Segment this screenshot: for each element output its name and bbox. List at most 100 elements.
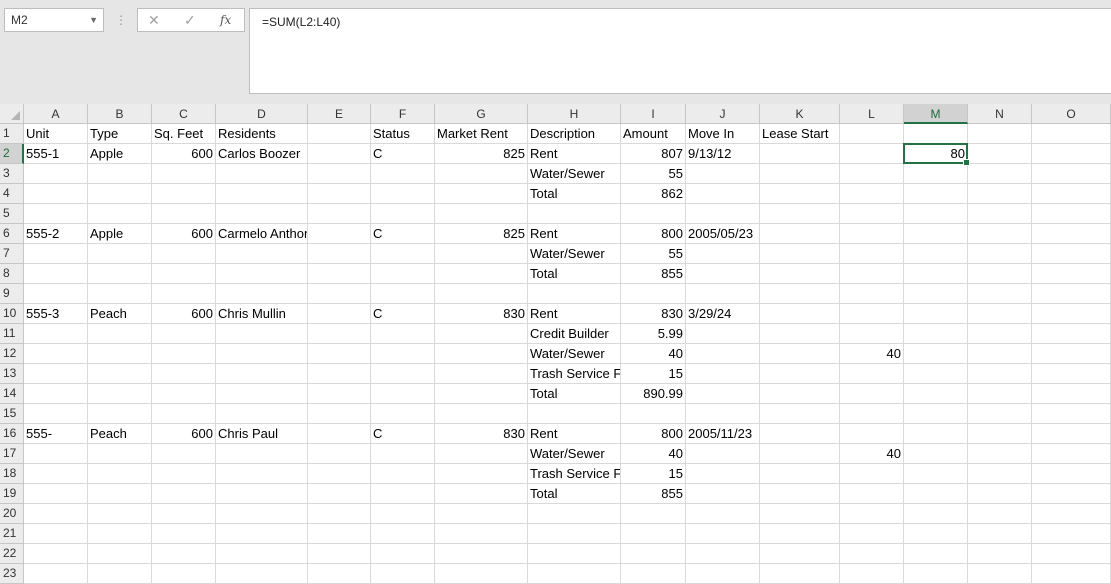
cell-i5[interactable] bbox=[621, 204, 686, 224]
cell-b16[interactable]: Peach bbox=[88, 424, 152, 444]
cell-c20[interactable] bbox=[152, 504, 216, 524]
cell-k22[interactable] bbox=[760, 544, 840, 564]
cell-k21[interactable] bbox=[760, 524, 840, 544]
cell-e23[interactable] bbox=[308, 564, 371, 584]
cell-a22[interactable] bbox=[24, 544, 88, 564]
cell-o9[interactable] bbox=[1032, 284, 1111, 304]
cell-a2[interactable]: 555-1 bbox=[24, 144, 88, 164]
cell-m10[interactable] bbox=[904, 304, 968, 324]
cell-h2[interactable]: Rent bbox=[528, 144, 621, 164]
cell-h4[interactable]: Total bbox=[528, 184, 621, 204]
cell-d12[interactable] bbox=[216, 344, 308, 364]
cell-m18[interactable] bbox=[904, 464, 968, 484]
row-header-21[interactable]: 21 bbox=[0, 524, 24, 544]
cell-n15[interactable] bbox=[968, 404, 1032, 424]
cell-d4[interactable] bbox=[216, 184, 308, 204]
cell-d5[interactable] bbox=[216, 204, 308, 224]
row-header-1[interactable]: 1 bbox=[0, 124, 24, 144]
cell-a14[interactable] bbox=[24, 384, 88, 404]
cell-b19[interactable] bbox=[88, 484, 152, 504]
cell-j4[interactable] bbox=[686, 184, 760, 204]
cell-e1[interactable] bbox=[308, 124, 371, 144]
cell-g10[interactable]: 830 bbox=[435, 304, 528, 324]
cell-m16[interactable] bbox=[904, 424, 968, 444]
cell-d21[interactable] bbox=[216, 524, 308, 544]
cell-m23[interactable] bbox=[904, 564, 968, 584]
cell-n13[interactable] bbox=[968, 364, 1032, 384]
cell-g21[interactable] bbox=[435, 524, 528, 544]
cell-b11[interactable] bbox=[88, 324, 152, 344]
cell-i7[interactable]: 55 bbox=[621, 244, 686, 264]
row-header-12[interactable]: 12 bbox=[0, 344, 24, 364]
cell-j19[interactable] bbox=[686, 484, 760, 504]
column-header-d[interactable]: D bbox=[216, 104, 308, 124]
cell-g23[interactable] bbox=[435, 564, 528, 584]
cell-e12[interactable] bbox=[308, 344, 371, 364]
cell-m13[interactable] bbox=[904, 364, 968, 384]
cell-k5[interactable] bbox=[760, 204, 840, 224]
cell-c2[interactable]: 600 bbox=[152, 144, 216, 164]
cell-l8[interactable] bbox=[840, 264, 904, 284]
cell-l23[interactable] bbox=[840, 564, 904, 584]
cell-f2[interactable]: C bbox=[371, 144, 435, 164]
cell-m19[interactable] bbox=[904, 484, 968, 504]
cell-h20[interactable] bbox=[528, 504, 621, 524]
cell-i11[interactable]: 5.99 bbox=[621, 324, 686, 344]
cell-j11[interactable] bbox=[686, 324, 760, 344]
cell-i15[interactable] bbox=[621, 404, 686, 424]
cell-e6[interactable] bbox=[308, 224, 371, 244]
cell-e20[interactable] bbox=[308, 504, 371, 524]
cell-f16[interactable]: C bbox=[371, 424, 435, 444]
cell-h18[interactable]: Trash Service F bbox=[528, 464, 621, 484]
cell-m17[interactable] bbox=[904, 444, 968, 464]
cell-k6[interactable] bbox=[760, 224, 840, 244]
cell-n10[interactable] bbox=[968, 304, 1032, 324]
cell-h17[interactable]: Water/Sewer bbox=[528, 444, 621, 464]
select-all-button[interactable] bbox=[0, 104, 24, 124]
cell-m20[interactable] bbox=[904, 504, 968, 524]
cell-g16[interactable]: 830 bbox=[435, 424, 528, 444]
cell-m6[interactable] bbox=[904, 224, 968, 244]
cell-b23[interactable] bbox=[88, 564, 152, 584]
cell-i9[interactable] bbox=[621, 284, 686, 304]
cell-f1[interactable]: Status bbox=[371, 124, 435, 144]
cell-b9[interactable] bbox=[88, 284, 152, 304]
cell-f18[interactable] bbox=[371, 464, 435, 484]
cell-l7[interactable] bbox=[840, 244, 904, 264]
row-header-16[interactable]: 16 bbox=[0, 424, 24, 444]
cell-k3[interactable] bbox=[760, 164, 840, 184]
cell-e9[interactable] bbox=[308, 284, 371, 304]
cell-j23[interactable] bbox=[686, 564, 760, 584]
fill-handle[interactable] bbox=[963, 159, 970, 166]
cell-h13[interactable]: Trash Service F bbox=[528, 364, 621, 384]
cell-b5[interactable] bbox=[88, 204, 152, 224]
cell-e21[interactable] bbox=[308, 524, 371, 544]
cell-n11[interactable] bbox=[968, 324, 1032, 344]
cell-d15[interactable] bbox=[216, 404, 308, 424]
cell-m14[interactable] bbox=[904, 384, 968, 404]
cell-o13[interactable] bbox=[1032, 364, 1111, 384]
cell-f14[interactable] bbox=[371, 384, 435, 404]
cell-j20[interactable] bbox=[686, 504, 760, 524]
row-header-5[interactable]: 5 bbox=[0, 204, 24, 224]
cell-a4[interactable] bbox=[24, 184, 88, 204]
cell-k19[interactable] bbox=[760, 484, 840, 504]
cell-h14[interactable]: Total bbox=[528, 384, 621, 404]
cell-l17[interactable]: 40 bbox=[840, 444, 904, 464]
cell-b20[interactable] bbox=[88, 504, 152, 524]
cell-i13[interactable]: 15 bbox=[621, 364, 686, 384]
cell-m8[interactable] bbox=[904, 264, 968, 284]
cell-n12[interactable] bbox=[968, 344, 1032, 364]
cell-f21[interactable] bbox=[371, 524, 435, 544]
column-header-c[interactable]: C bbox=[152, 104, 216, 124]
cell-h10[interactable]: Rent bbox=[528, 304, 621, 324]
cell-c23[interactable] bbox=[152, 564, 216, 584]
cell-m22[interactable] bbox=[904, 544, 968, 564]
cell-l6[interactable] bbox=[840, 224, 904, 244]
cell-b6[interactable]: Apple bbox=[88, 224, 152, 244]
cell-c8[interactable] bbox=[152, 264, 216, 284]
cell-c19[interactable] bbox=[152, 484, 216, 504]
cell-j14[interactable] bbox=[686, 384, 760, 404]
cell-d14[interactable] bbox=[216, 384, 308, 404]
cell-c16[interactable]: 600 bbox=[152, 424, 216, 444]
